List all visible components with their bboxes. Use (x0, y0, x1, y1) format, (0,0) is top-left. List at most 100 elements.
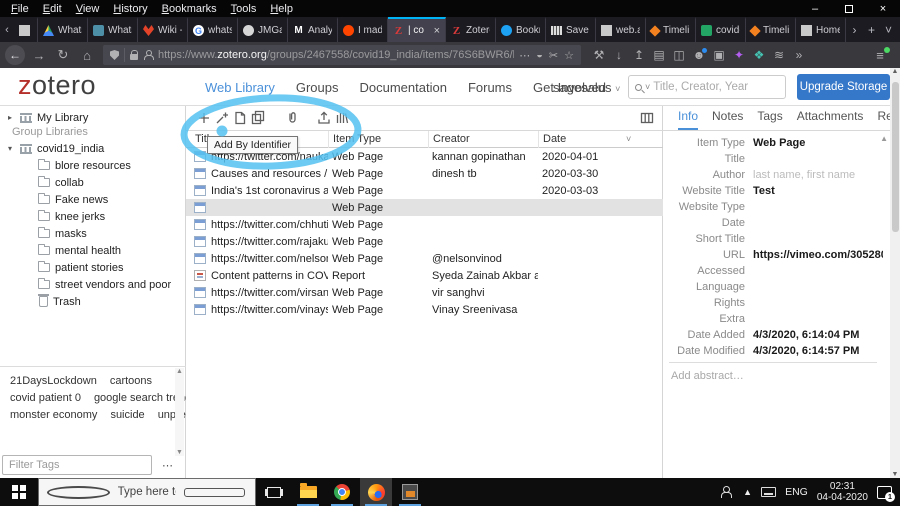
menu-item[interactable]: History (106, 3, 154, 15)
close-button[interactable]: × (866, 0, 900, 17)
tag-item[interactable]: covid patient 0 (10, 392, 81, 404)
duplicate-icon[interactable] (250, 110, 266, 126)
file-explorer-button[interactable] (292, 478, 324, 506)
upgrade-storage-button[interactable]: Upgrade Storage (797, 74, 890, 100)
browser-tab[interactable]: Whats (88, 17, 138, 42)
column-header-date[interactable]: Date (538, 130, 624, 148)
table-row[interactable]: India's 1st coronavirus affe… Web Page 2… (186, 182, 663, 199)
sidebar-item-group[interactable]: ▾ covid19_india (0, 140, 185, 157)
tab-scroll-right-icon[interactable]: › (846, 17, 863, 42)
details-tab[interactable]: Notes (712, 109, 743, 130)
start-button[interactable] (0, 478, 38, 506)
sidebar-collection[interactable]: mental health (0, 242, 185, 259)
menu-item[interactable]: View (69, 3, 107, 15)
send-tab-icon[interactable]: ↥ (629, 48, 649, 62)
extension1-icon[interactable]: ✦ (729, 48, 749, 62)
browser-tab[interactable]: Home (796, 17, 846, 42)
table-row[interactable]: https://twitter.com/chhuti_i… Web Page (186, 216, 663, 233)
chrome-button[interactable] (326, 478, 358, 506)
home-button[interactable]: ⌂ (75, 48, 99, 63)
clock[interactable]: 02:31 04-04-2020 (817, 481, 868, 504)
taskbar-search-input[interactable]: Type here to search (38, 478, 256, 506)
tracking-shield-icon[interactable] (110, 50, 119, 60)
scroll-up-icon[interactable]: ▲ (176, 368, 183, 375)
zotero-logo[interactable]: zotero (18, 70, 96, 101)
reload-button[interactable]: ↻ (51, 47, 75, 63)
menu-item[interactable]: Tools (224, 3, 264, 15)
tag-options-icon[interactable]: ⋯ (162, 459, 173, 472)
tag-item[interactable]: monster economy (10, 409, 97, 421)
browser-tab[interactable]: Timeli (646, 17, 696, 42)
field-value[interactable]: Test (753, 185, 775, 197)
field-value[interactable]: 4/3/2020, 6:14:04 PM (753, 329, 859, 341)
page-actions-icon[interactable]: ⋯ (519, 49, 530, 62)
browser-tab[interactable]: Z Zotero (446, 17, 496, 42)
site-nav-link[interactable]: Web Library (205, 80, 275, 95)
sidebar-item-trash[interactable]: Trash (0, 293, 185, 310)
new-item-icon[interactable] (196, 110, 212, 126)
filter-tags-input[interactable]: Filter Tags (2, 455, 152, 475)
sidebar-collection[interactable]: street vendors and poor (0, 276, 185, 293)
field-value[interactable]: https://vimeo.com/305280490 (753, 249, 883, 261)
account-icon[interactable]: ☻ (689, 48, 709, 62)
menu-item[interactable]: Help (263, 3, 300, 15)
browser-tab[interactable]: Dri (14, 17, 38, 42)
new-tab-button[interactable]: + (863, 17, 880, 42)
sidebar-collection[interactable]: blore resources (0, 157, 185, 174)
back-button[interactable]: ← (5, 45, 25, 65)
list-tabs-icon[interactable]: ˅ (880, 17, 897, 42)
profile-icon[interactable] (143, 50, 154, 60)
browser-tab[interactable]: Whats (38, 17, 88, 42)
firefox-button[interactable] (360, 478, 392, 506)
column-header-item-type[interactable]: Item Type (328, 130, 428, 148)
field-value[interactable]: last name, first name (753, 169, 855, 181)
details-tab[interactable]: Attachments (797, 109, 864, 130)
tab-close-icon[interactable]: × (434, 25, 440, 37)
browser-tab[interactable]: Wiki - (138, 17, 188, 42)
minimize-button[interactable]: – (798, 0, 832, 17)
export-icon[interactable] (316, 110, 332, 126)
extension2-icon[interactable]: ❖ (749, 48, 769, 62)
details-scroll-up-icon[interactable]: ▲ (880, 134, 888, 143)
tag-item[interactable]: 21DaysLockdown (10, 375, 97, 387)
search-scope-caret-icon[interactable]: ˅ (645, 82, 650, 92)
hamburger-menu-icon[interactable]: ≡ (870, 46, 890, 63)
site-nav-link[interactable]: Documentation (359, 80, 446, 95)
bookmark-star-icon[interactable]: ☆ (564, 49, 574, 62)
browser-tab[interactable]: I mad (338, 17, 388, 42)
tag-item[interactable]: google search trends (94, 392, 186, 404)
field-value[interactable]: Web Page (753, 137, 805, 149)
column-picker-icon[interactable] (639, 110, 655, 126)
sort-caret-icon[interactable]: ˅ (626, 134, 631, 144)
column-header-creator[interactable]: Creator (428, 130, 538, 148)
containers-icon[interactable]: ▣ (709, 48, 729, 62)
menu-item[interactable]: File (4, 3, 36, 15)
sidebar-collection[interactable]: knee jerks (0, 208, 185, 225)
image-viewer-button[interactable] (394, 478, 426, 506)
language-indicator[interactable]: ENG (785, 486, 808, 498)
library-lookup-icon[interactable] (334, 110, 350, 126)
browser-tab[interactable]: Bookm (496, 17, 546, 42)
sidebar-collection[interactable]: patient stories (0, 259, 185, 276)
table-row[interactable]: Content patterns in COVID… Report Syeda … (186, 267, 663, 284)
site-nav-link[interactable]: Forums (468, 80, 512, 95)
browser-tab[interactable]: Save P (546, 17, 596, 42)
tag-scrollbar[interactable]: ▲ ▼ (175, 368, 184, 456)
add-attachment-icon[interactable] (284, 110, 300, 126)
keyboard-icon[interactable] (761, 487, 777, 497)
browser-tab[interactable]: Z | co × (388, 17, 446, 42)
search-input[interactable]: ˅ Title, Creator, Year (628, 75, 786, 99)
scroll-up-icon[interactable]: ▲ (892, 68, 899, 75)
sidebar-collection[interactable]: masks (0, 225, 185, 242)
browser-tab[interactable]: covid- (696, 17, 746, 42)
tab-scroll-left-icon[interactable]: ‹ (0, 17, 14, 42)
microphone-icon[interactable] (184, 487, 246, 497)
add-by-identifier-icon[interactable] (214, 110, 230, 126)
scroll-down-icon[interactable]: ▼ (892, 471, 899, 478)
people-icon[interactable] (720, 486, 734, 498)
task-view-button[interactable] (258, 478, 290, 506)
screenshot-icon[interactable]: ✂ (549, 49, 558, 62)
download-icon[interactable]: ↓ (609, 48, 629, 62)
scrollbar-thumb[interactable] (891, 82, 899, 232)
field-value[interactable]: 4/3/2020, 6:14:57 PM (753, 345, 859, 357)
